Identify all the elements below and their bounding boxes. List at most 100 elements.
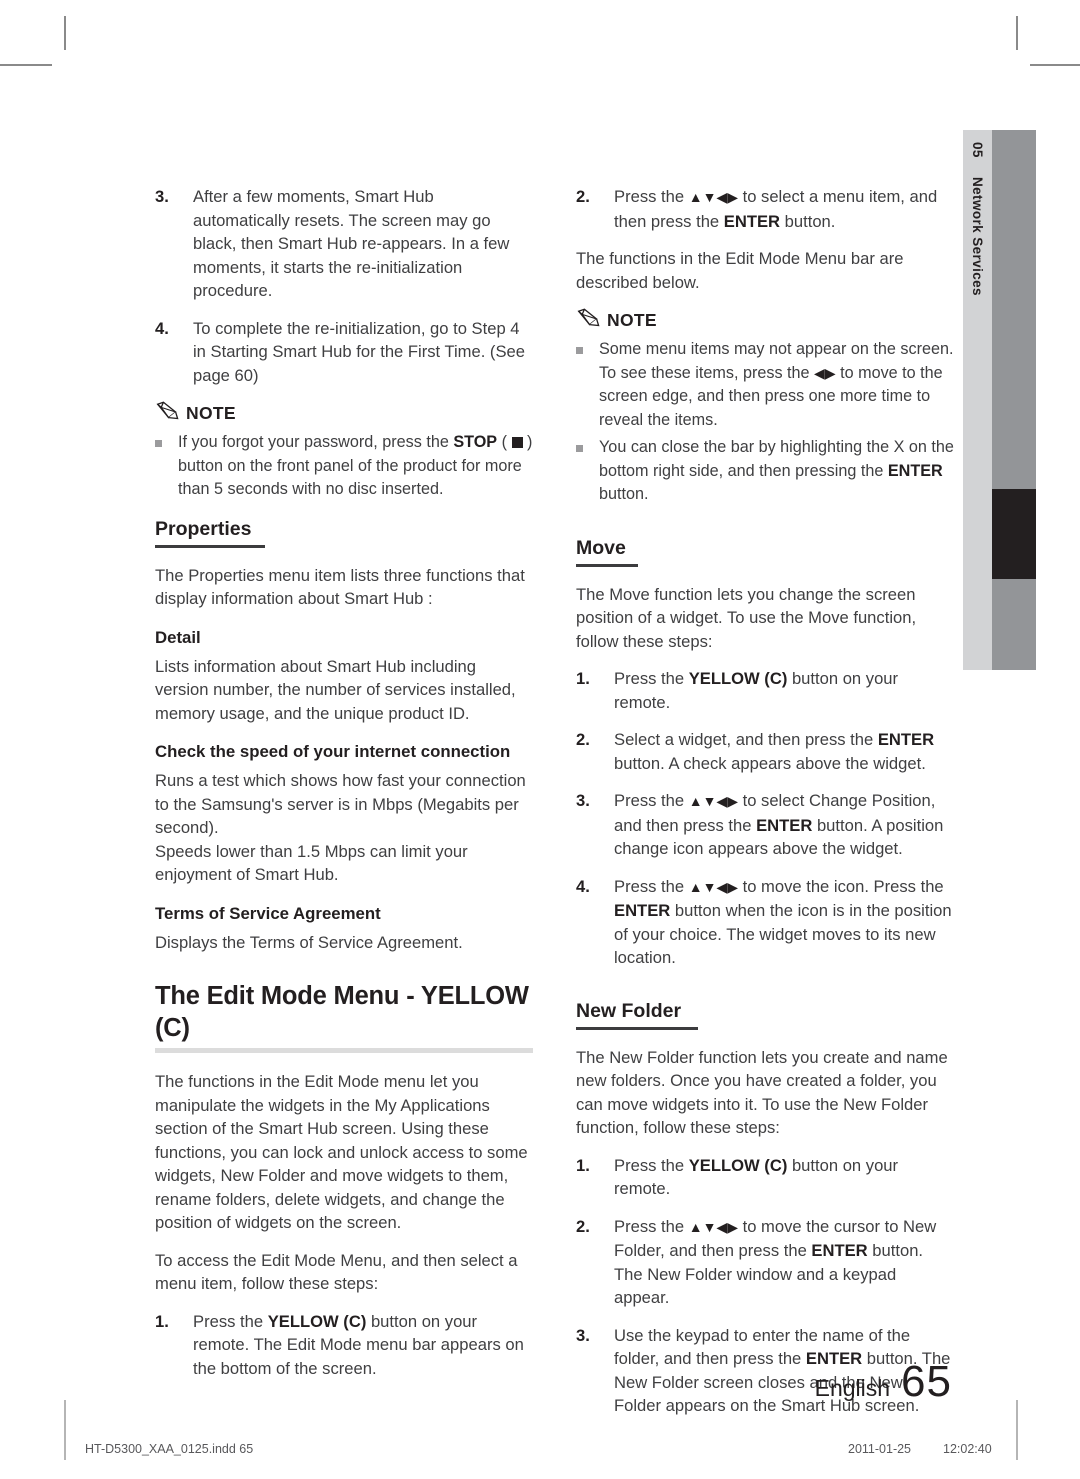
chapter-tab-active-marker <box>992 489 1036 579</box>
note-text: If you forgot your password, press the S… <box>178 431 533 502</box>
page-title: The Edit Mode Menu - YELLOW (C) <box>155 982 529 1042</box>
language-label: English <box>814 1375 891 1401</box>
step-number: 3. <box>576 1325 590 1345</box>
page-number: 65 <box>901 1357 952 1406</box>
print-time: 12:02:40 <box>943 1442 992 1456</box>
list-item: If you forgot your password, press the S… <box>155 431 533 502</box>
heading-rule <box>576 1026 698 1030</box>
note-text-part: If you forgot your password, press the <box>178 433 454 451</box>
detail-text: Lists information about Smart Hub includ… <box>155 656 516 723</box>
step-text: Press the ▲▼◀▶ to move the icon. Press t… <box>614 875 954 970</box>
list-item: Some menu items may not appear on the sc… <box>576 338 954 432</box>
edit-mode-bar-intro: The functions in the Edit Mode Menu bar … <box>576 249 904 292</box>
step-number: 3. <box>155 187 169 206</box>
chapter-number: 05 <box>970 142 985 158</box>
step-number: 4. <box>576 876 590 896</box>
step-text: Press the YELLOW (C) button on your remo… <box>614 667 954 714</box>
note-header: NOTE <box>155 401 533 425</box>
note-bold-enter: ENTER <box>887 461 943 480</box>
list-item: 3. Press the ▲▼◀▶ to select Change Posit… <box>576 789 954 861</box>
step-text: Press the YELLOW (C) button on your remo… <box>614 1154 954 1201</box>
step-bold-enter: ENTER <box>877 730 935 749</box>
note-text-part: ( <box>497 433 512 451</box>
step-text-part: Select a widget, and then press the <box>614 730 878 749</box>
step-number: 1. <box>155 1311 169 1331</box>
list-item: 2. Press the ▲▼◀▶ to select a menu item,… <box>576 185 954 233</box>
step-number: 1. <box>576 669 590 688</box>
dpad-arrows-icon: ▲▼◀▶ <box>688 878 738 895</box>
dpad-arrows-icon: ▲▼◀▶ <box>688 1218 738 1235</box>
step-text: Press the ▲▼◀▶ to select Change Position… <box>614 789 954 861</box>
left-column: 3. After a few moments, Smart Hub automa… <box>155 185 533 1432</box>
step-text: After a few moments, Smart Hub automatic… <box>193 187 510 300</box>
left-right-arrows-icon: ◀▶ <box>814 364 836 381</box>
edit-mode-para-2: To access the Edit Mode Menu, and then s… <box>155 1250 518 1294</box>
stop-square-icon <box>511 437 523 448</box>
list-item: 4. Press the ▲▼◀▶ to move the icon. Pres… <box>576 875 954 970</box>
note-bold-stop: STOP <box>453 433 498 451</box>
step-text-part: Press the <box>614 187 689 206</box>
step-text-part: Press the <box>193 1311 268 1331</box>
print-slug-line: HT-D5300_XAA_0125.indd 65 2011-01-25 12:… <box>0 1442 1080 1462</box>
step-text-part: Press the <box>614 791 689 810</box>
step-number: 3. <box>576 791 590 810</box>
heading-rule <box>155 544 265 548</box>
list-item: 3. After a few moments, Smart Hub automa… <box>155 185 533 303</box>
step-number: 1. <box>576 1155 590 1175</box>
crop-mark-top-left-horizontal <box>0 64 52 66</box>
step-bold-enter: ENTER <box>811 1241 868 1260</box>
crop-mark-top-right-vertical <box>1016 16 1018 50</box>
two-column-body: 3. After a few moments, Smart Hub automa… <box>155 185 955 1432</box>
list-item: 1. Press the YELLOW (C) button on your r… <box>576 667 954 714</box>
speed-text-2: Speeds lower than 1.5 Mbps can limit you… <box>155 841 468 885</box>
list-item: 2. Press the ▲▼◀▶ to move the cursor to … <box>576 1215 954 1310</box>
section-heading-properties: Properties <box>155 517 252 540</box>
note-text: You can close the bar by highlighting th… <box>599 436 954 507</box>
section-heading-new-folder: New Folder <box>576 999 682 1022</box>
step-text-part: Press the <box>614 1216 689 1236</box>
properties-intro: The Properties menu item lists three fun… <box>155 565 525 609</box>
list-item: 1. Press the YELLOW (C) button on your r… <box>576 1154 954 1201</box>
pencil-icon <box>155 401 179 425</box>
dpad-arrows-icon: ▲▼◀▶ <box>688 189 738 205</box>
subsection-heading-detail: Detail <box>155 627 201 647</box>
page-footer: English 65 <box>815 1357 952 1407</box>
step-text: Press the YELLOW (C) button on your remo… <box>193 1310 533 1381</box>
note-label: NOTE <box>186 402 236 423</box>
note-header: NOTE <box>576 308 954 332</box>
step-text-part: Press the <box>614 1155 689 1175</box>
step-text-part: to move the icon. Press the <box>737 876 944 896</box>
print-date: 2011-01-25 <box>848 1442 912 1456</box>
step-number: 2. <box>576 1216 590 1236</box>
step-text: Select a widget, and then press the ENTE… <box>614 728 954 775</box>
step-text: Press the ▲▼◀▶ to select a menu item, an… <box>614 185 954 233</box>
move-intro: The Move function lets you change the sc… <box>576 584 917 651</box>
step-text: To complete the re-initialization, go to… <box>193 318 525 385</box>
step-number: 2. <box>576 187 590 206</box>
list-item: 1. Press the YELLOW (C) button on your r… <box>155 1310 533 1381</box>
square-bullet-icon <box>155 431 178 502</box>
chapter-name: Network Services <box>970 176 985 296</box>
step-text: Press the ▲▼◀▶ to move the cursor to New… <box>614 1215 954 1310</box>
right-column: 2. Press the ▲▼◀▶ to select a menu item,… <box>576 185 954 1432</box>
square-bullet-icon <box>576 338 599 432</box>
step-bold-enter: ENTER <box>723 211 781 231</box>
move-section: Move <box>576 525 954 567</box>
list-item: You can close the bar by highlighting th… <box>576 436 954 507</box>
note-label: NOTE <box>607 309 657 330</box>
subsection-heading-terms: Terms of Service Agreement <box>155 903 381 923</box>
step-number: 4. <box>155 318 169 338</box>
step-bold-enter: ENTER <box>614 901 671 920</box>
step-bold-enter: ENTER <box>756 815 813 835</box>
major-heading-rule <box>155 1048 533 1053</box>
print-file-name: HT-D5300_XAA_0125.indd 65 <box>85 1442 254 1456</box>
step-text-part: Press the <box>614 669 689 688</box>
edit-mode-para-1: The functions in the Edit Mode menu let … <box>155 1072 528 1232</box>
speed-text-1: Runs a test which shows how fast your co… <box>155 771 526 837</box>
crop-mark-top-right-horizontal <box>1030 64 1080 66</box>
step-bold-yellow: YELLOW (C) <box>688 1155 788 1175</box>
section-heading-move: Move <box>576 536 626 559</box>
note-text-part: button. <box>599 485 649 503</box>
subsection-heading-speed: Check the speed of your internet connect… <box>155 742 511 761</box>
step-number: 2. <box>576 730 590 749</box>
